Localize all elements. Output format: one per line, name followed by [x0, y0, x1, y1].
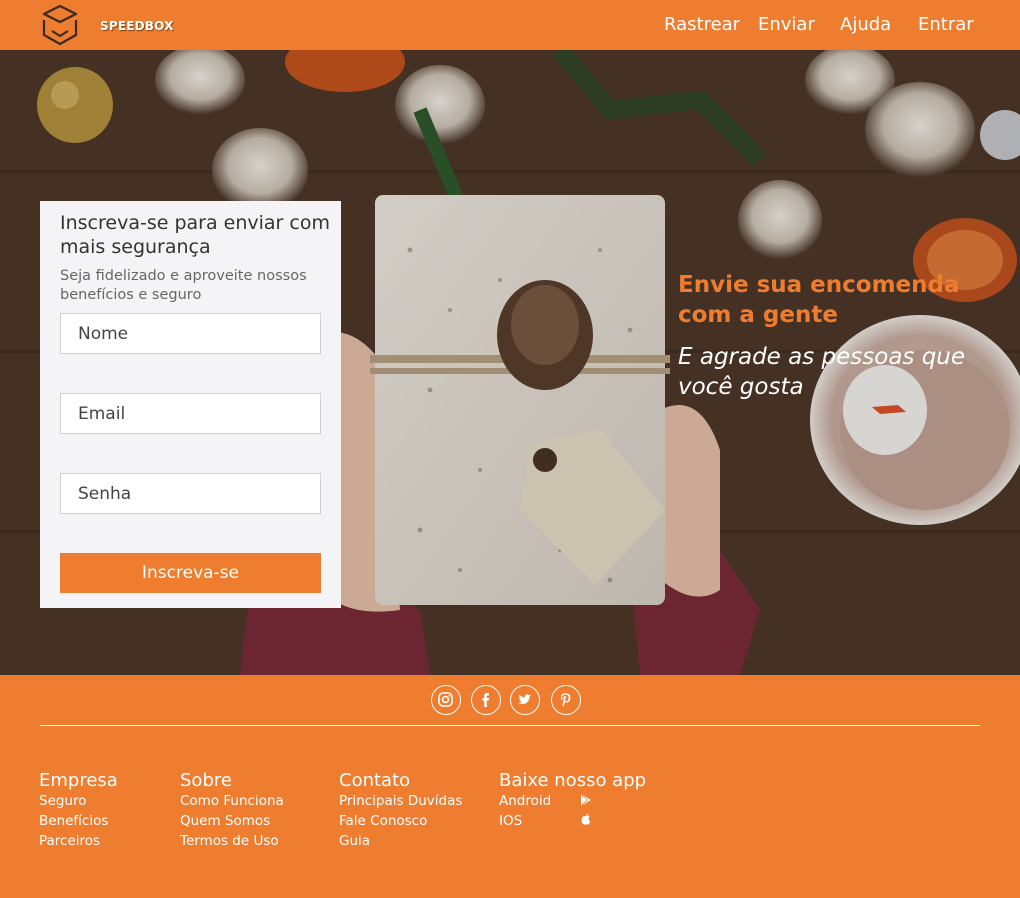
box-logo-icon[interactable] — [40, 3, 80, 47]
apple-icon[interactable] — [579, 812, 593, 826]
footer-divider — [40, 725, 980, 726]
footer-link-android[interactable]: Android — [499, 791, 646, 811]
instagram-icon[interactable] — [431, 685, 461, 715]
signup-subtitle: Seja fidelizado e aproveite nossos benef… — [60, 268, 307, 303]
hero-subtitle: E agrade as pessoas que você gosta — [678, 344, 966, 400]
footer-heading-app: Baixe nosso app — [499, 770, 647, 791]
hero-title: Envie sua encomenda com a gente — [678, 272, 960, 328]
brand-name: SPEEDBOX — [100, 19, 174, 33]
footer-link-termos-de-uso[interactable]: Termos de Uso — [180, 831, 284, 851]
footer-column-contato: Contato Principais Duvídas Fale Conosco … — [339, 771, 462, 851]
signup-button[interactable]: Inscreva-se — [60, 553, 321, 593]
nav-rastrear[interactable]: Rastrear — [664, 14, 740, 35]
nav-enviar[interactable]: Enviar — [758, 14, 815, 35]
footer-link-fale-conosco[interactable]: Fale Conosco — [339, 811, 462, 831]
footer-link-guia[interactable]: Guia — [339, 831, 462, 851]
name-field[interactable] — [60, 313, 321, 354]
footer-link-seguro[interactable]: Seguro — [39, 791, 118, 811]
nav-ajuda[interactable]: Ajuda — [840, 14, 891, 35]
twitter-icon[interactable] — [510, 685, 540, 715]
footer-link-como-funciona[interactable]: Como Funciona — [180, 791, 284, 811]
footer-link-parceiros[interactable]: Parceiros — [39, 831, 118, 851]
footer-heading-empresa: Empresa — [39, 770, 118, 791]
footer-link-ios[interactable]: IOS — [499, 811, 646, 831]
footer-column-empresa: Empresa Seguro Benefícios Parceiros — [39, 771, 118, 851]
google-play-icon[interactable] — [579, 793, 593, 807]
hero-section: Inscreva-se para enviar com mais seguran… — [0, 50, 1020, 675]
footer-heading-contato: Contato — [339, 770, 411, 791]
top-navbar: SPEEDBOX Rastrear Enviar Ajuda Entrar — [0, 0, 1020, 50]
nav-entrar[interactable]: Entrar — [918, 14, 974, 35]
email-field[interactable] — [60, 393, 321, 434]
footer-link-principais-duvidas[interactable]: Principais Duvídas — [339, 791, 462, 811]
footer-column-sobre: Sobre Como Funciona Quem Somos Termos de… — [180, 771, 284, 851]
footer-link-beneficios[interactable]: Benefícios — [39, 811, 118, 831]
footer-heading-sobre: Sobre — [180, 770, 232, 791]
footer-link-quem-somos[interactable]: Quem Somos — [180, 811, 284, 831]
facebook-icon[interactable] — [471, 685, 501, 715]
password-field[interactable] — [60, 473, 321, 514]
footer: Empresa Seguro Benefícios Parceiros Sobr… — [0, 675, 1020, 898]
pinterest-icon[interactable] — [551, 685, 581, 715]
signup-card: Inscreva-se para enviar com mais seguran… — [40, 201, 341, 608]
signup-title: Inscreva-se para enviar com mais seguran… — [60, 212, 330, 258]
footer-column-app: Baixe nosso app Android IOS — [499, 771, 646, 831]
